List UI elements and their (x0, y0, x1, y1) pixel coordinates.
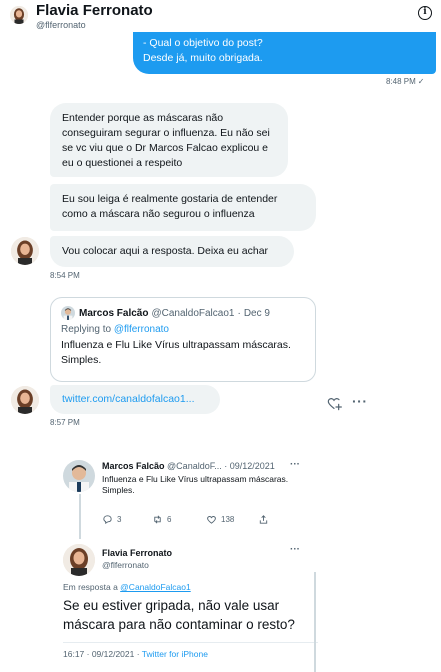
screenshot-author: Marcos Falcão (102, 461, 165, 471)
quoted-tweet-handle: @CanaldoFalcao1 (151, 307, 235, 319)
screenshot-handle-date: @CanaldoF... · 09/12/2021 (167, 461, 275, 471)
tweet-link[interactable]: twitter.com/canaldofalcao1... (62, 393, 195, 405)
screenshot-tweet-text: Influenza e Flu Like Vírus ultrapassam m… (102, 474, 292, 496)
received-message-bubble: Vou colocar aqui a resposta. Deixa eu ac… (50, 236, 294, 267)
screenshot-meta-source: Twitter for iPhone (141, 649, 208, 659)
shared-screenshot-image[interactable]: Marcos Falcão @CanaldoF... · 09/12/2021 … (50, 444, 320, 672)
screenshot-tweet-actions: 3 6 138 (102, 514, 282, 528)
screenshot-reply-action: 3 (102, 514, 121, 525)
screenshot-tweet-meta: 16:17 · 09/12/2021 · Twitter for iPhone (63, 649, 208, 659)
separator-dot: · (237, 307, 241, 319)
message-timestamp: 8:54 PM (50, 271, 80, 280)
screenshot-meta-time: 16:17 · 09/12/2021 · (63, 649, 142, 659)
sender-avatar[interactable] (11, 386, 39, 414)
quoted-tweet-avatar (61, 306, 75, 320)
more-options-icon[interactable]: ··· (352, 393, 368, 409)
screenshot-reply-to: Em resposta a @CanaldoFalcao1 (63, 582, 191, 592)
screenshot-divider (63, 642, 318, 643)
screenshot-tweet-line: Influenza e Flu Like Vírus ultrapassam m… (102, 474, 289, 484)
screenshot-like-action: 138 (206, 514, 234, 525)
sent-message-line: Desde já, muito obrigada. (143, 52, 263, 64)
screenshot-author-line: Marcos Falcão @CanaldoF... · 09/12/2021 (102, 461, 275, 471)
screenshot-handle-2: @flferronato (102, 560, 149, 570)
message-timestamp: 8:48 PM ✓ (386, 77, 425, 86)
screenshot-reply-handle: @CanaldoFalcao1 (120, 582, 191, 592)
message-timestamp: 8:57 PM (50, 418, 80, 427)
share-icon (259, 515, 268, 524)
screenshot-reply-prefix: Em resposta a (63, 582, 121, 592)
sender-avatar[interactable] (11, 237, 39, 265)
quoted-tweet-author: Marcos Falcão (79, 307, 149, 319)
screenshot-more-icon: ··· (290, 459, 300, 470)
screenshot-more-icon: ··· (290, 544, 300, 555)
screenshot-share-action (258, 514, 273, 525)
like-icon (207, 516, 216, 524)
header-handle: @flferronato (36, 20, 86, 30)
screenshot-tweet-line: Simples. (102, 485, 135, 495)
sent-message-line: - Qual o objetivo do post? (143, 37, 263, 49)
screenshot-avatar-flavia (63, 544, 95, 576)
retweet-count: 6 (167, 515, 172, 524)
header-avatar[interactable] (10, 6, 28, 24)
quoted-tweet-card[interactable]: Marcos Falcão @CanaldoFalcao1 · Dec 9 Re… (50, 297, 316, 382)
received-message-bubble: Entender porque as máscaras não consegui… (50, 103, 288, 177)
screenshot-scrollbar (314, 572, 316, 672)
quoted-tweet-header: Marcos Falcão @CanaldoFalcao1 · Dec 9 (61, 306, 305, 320)
screenshot-avatar-marcos (63, 460, 95, 492)
react-heart-icon[interactable] (326, 395, 342, 411)
link-message-bubble: twitter.com/canaldofalcao1... (50, 385, 220, 414)
replying-to-handle[interactable]: @flferronato (114, 324, 169, 335)
thread-line (79, 494, 81, 539)
replying-to: Replying to @flferronato (61, 324, 305, 335)
retweet-icon (154, 515, 161, 524)
reply-icon (103, 515, 112, 524)
read-check-icon: ✓ (417, 77, 425, 86)
conversation-header: Flavia Ferronato @flferronato i (0, 0, 441, 36)
replying-to-prefix: Replying to (61, 324, 114, 335)
screenshot-author-2: Flavia Ferronato (102, 548, 173, 558)
screenshot-retweet-action: 6 (152, 514, 171, 525)
sent-message-bubble: - Qual o objetivo do post? Desde já, mui… (133, 32, 436, 74)
reply-count: 3 (117, 515, 122, 524)
header-name[interactable]: Flavia Ferronato (36, 2, 153, 19)
timestamp-text: 8:48 PM (386, 77, 416, 86)
quoted-tweet-text: Influenza e Flu Like Vírus ultrapassam m… (61, 339, 291, 366)
quoted-tweet-date: Dec 9 (243, 307, 270, 319)
received-message-bubble: Eu sou leiga é realmente gostaria de ent… (50, 184, 316, 231)
info-icon[interactable]: i (418, 6, 432, 20)
screenshot-tweet-text-2: Se eu estiver gripada, não vale usar más… (63, 598, 295, 632)
like-count: 138 (221, 515, 235, 524)
